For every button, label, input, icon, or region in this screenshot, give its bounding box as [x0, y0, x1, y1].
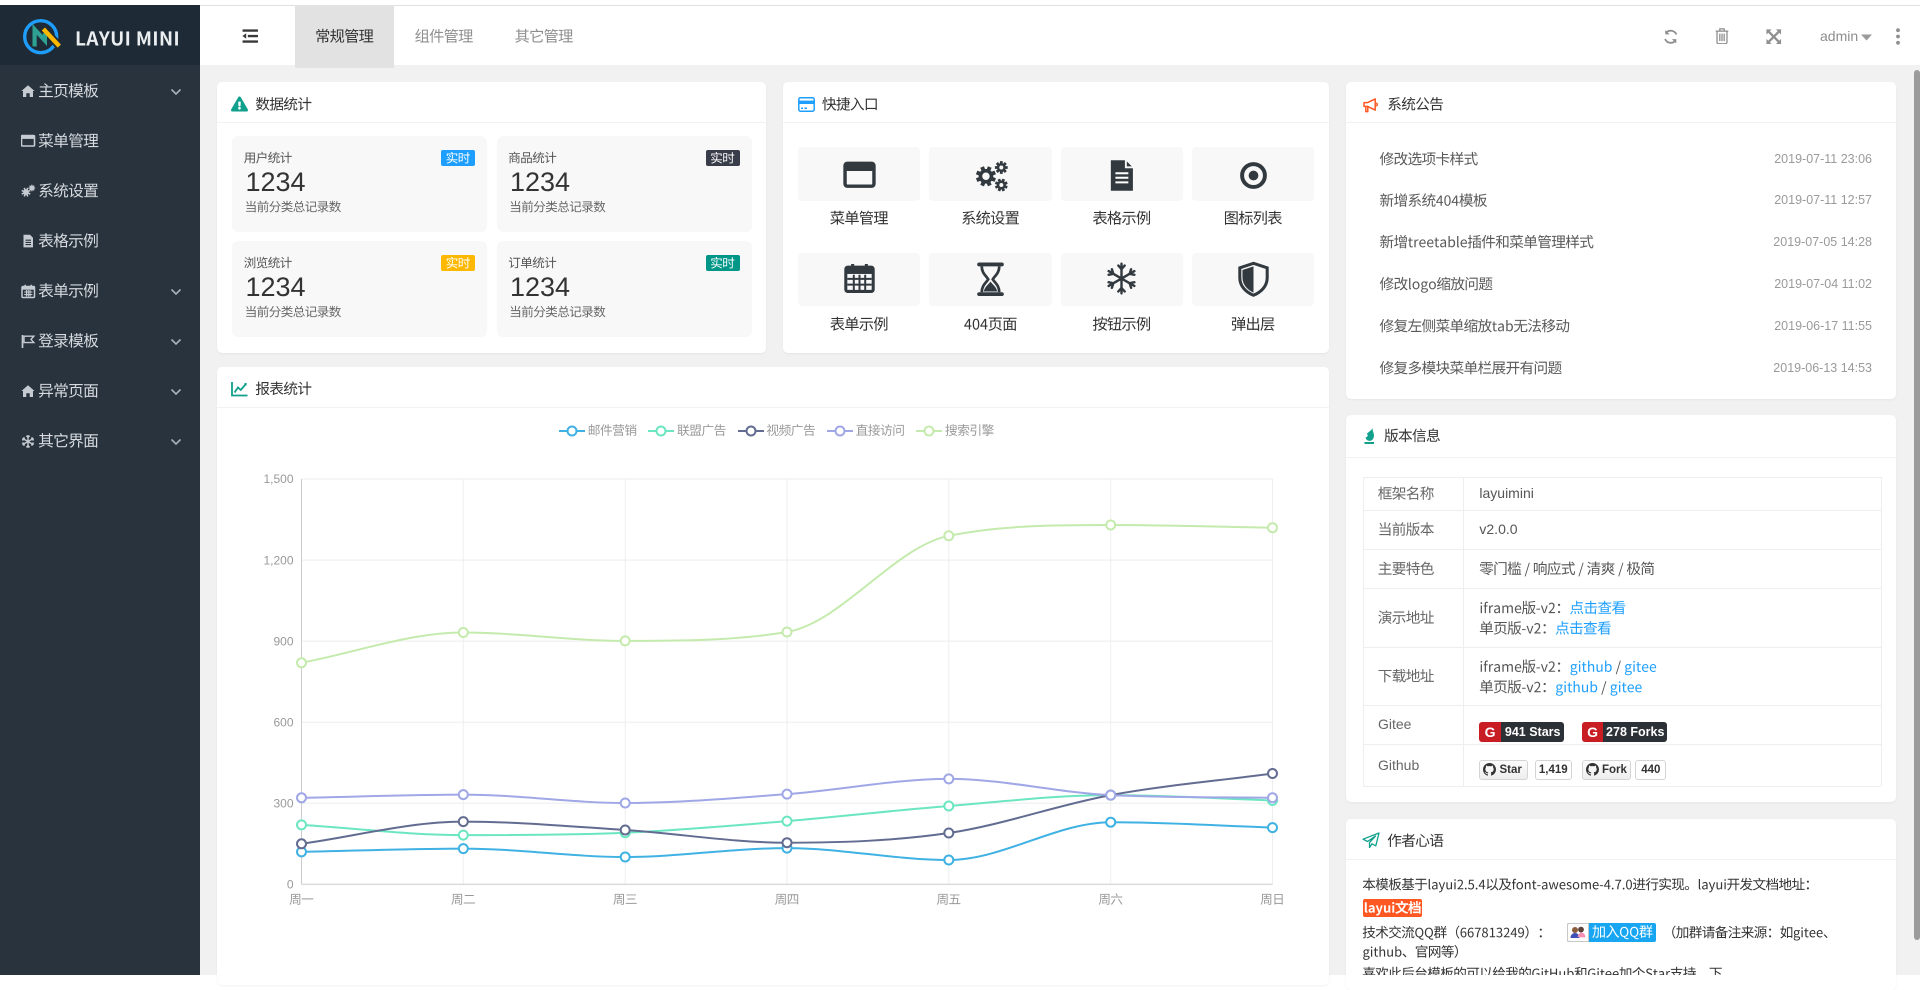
svg-text:600: 600 — [273, 715, 293, 729]
svg-text:900: 900 — [273, 634, 293, 648]
svg-text:300: 300 — [273, 797, 293, 811]
svg-text:1,200: 1,200 — [263, 553, 293, 567]
svg-text:1,500: 1,500 — [263, 472, 293, 486]
svg-text:0: 0 — [287, 878, 294, 892]
